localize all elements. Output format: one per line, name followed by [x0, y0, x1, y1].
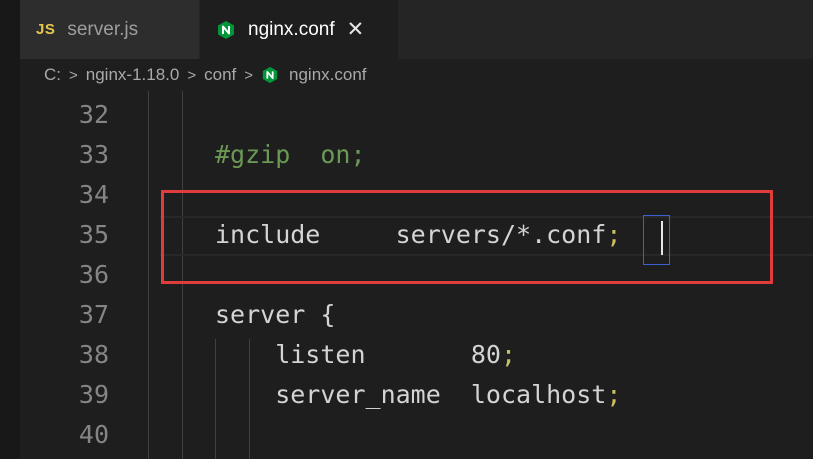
code-line[interactable]: 34: [20, 175, 813, 215]
code-line[interactable]: 32: [20, 95, 813, 135]
breadcrumb-file[interactable]: nginx.conf: [289, 65, 367, 85]
tab-nginx-conf[interactable]: nginx.conf ✕: [200, 0, 398, 59]
code-token: server_name localhost: [215, 380, 607, 409]
code-line[interactable]: 39 server_name localhost;: [20, 375, 813, 415]
chevron-right-icon: >: [187, 66, 197, 84]
breadcrumb-drive[interactable]: C:: [44, 65, 61, 85]
code-line[interactable]: 37 server {: [20, 295, 813, 335]
code-line[interactable]: 35 include servers/*.conf;: [20, 215, 813, 255]
line-code: include servers/*.conf;: [215, 215, 621, 255]
breadcrumb-folder-nginx[interactable]: nginx-1.18.0: [86, 65, 180, 85]
line-number: 35: [78, 220, 109, 249]
line-number: 39: [78, 380, 109, 409]
code-line[interactable]: 36: [20, 255, 813, 295]
chevron-right-icon: >: [244, 66, 254, 84]
chevron-right-icon: >: [69, 66, 78, 84]
code-token: ;: [606, 220, 622, 249]
line-number: 38: [78, 340, 109, 369]
code-token: listen 80: [215, 340, 501, 369]
code-token: ;: [500, 340, 517, 369]
tab-label: nginx.conf: [248, 18, 335, 40]
code-token: server {: [215, 300, 336, 329]
code-token: #gzip on;: [215, 140, 366, 169]
breadcrumb: C: > nginx-1.18.0 > conf > nginx.conf: [20, 59, 813, 91]
code-token: ;: [606, 380, 622, 409]
close-icon[interactable]: ✕: [347, 19, 365, 40]
javascript-file-icon: JS: [36, 21, 56, 38]
line-code: server_name localhost;: [215, 375, 621, 415]
code-line[interactable]: 38 listen 80;: [20, 335, 813, 375]
line-number: 32: [78, 100, 109, 129]
line-number: 40: [78, 420, 109, 449]
tab-label: server.js: [67, 18, 139, 40]
text-cursor: [661, 221, 663, 255]
line-number: 37: [78, 300, 109, 329]
line-code: #gzip on;: [215, 135, 366, 175]
line-number: 36: [78, 260, 109, 289]
code-line[interactable]: 40: [20, 415, 813, 455]
nginx-file-icon: [216, 20, 236, 40]
cursor-highlight: [643, 215, 670, 265]
code-line[interactable]: 33 #gzip on;: [20, 135, 813, 175]
line-number: 33: [78, 140, 109, 169]
nginx-file-icon: [261, 66, 279, 84]
line-code: server {: [215, 295, 335, 335]
activity-bar-edge: [0, 0, 20, 459]
tab-bar: JS server.js nginx.conf ✕: [20, 0, 813, 59]
line-number: 34: [78, 180, 109, 209]
breadcrumb-folder-conf[interactable]: conf: [204, 65, 236, 85]
code-token: include servers/*.conf: [215, 220, 607, 249]
line-code: listen 80;: [215, 335, 516, 375]
code-editor[interactable]: 32 33 #gzip on; 34 35 include servers/*.conf;…: [20, 91, 813, 459]
tab-server-js[interactable]: JS server.js: [20, 0, 200, 59]
